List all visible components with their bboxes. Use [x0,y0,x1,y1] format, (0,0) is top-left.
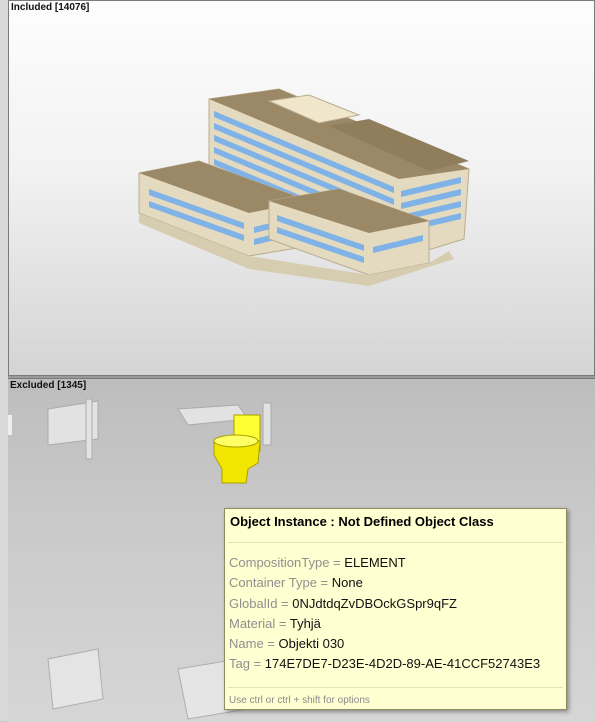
tooltip-divider [228,687,563,688]
property-key: Tag [229,656,250,672]
property-value: 0NJdtdqZvDBOckGSpr9qFZ [292,595,457,611]
tooltip-title: Object Instance : Not Defined Object Cla… [230,514,494,529]
property-value: ELEMENT [344,555,406,570]
property-key: CompositionType [229,555,330,570]
property-row: GlobalId = 0NJdtdqZvDBOckGSpr9qFZ [229,595,457,611]
included-viewport[interactable]: Included [14076] [8,0,595,376]
tooltip-properties: CompositionType = ELEMENT Container Type… [229,553,540,675]
property-value: 174E7DE7-D23E-4D2D-89-AE-41CCF52743E3 [264,656,541,672]
property-key: GlobalId [229,595,278,611]
property-row: Container Type = None [229,575,363,591]
building-model[interactable] [9,1,595,376]
property-key: Container Type [229,575,317,591]
object-instance-tooltip: Object Instance : Not Defined Object Cla… [224,508,567,710]
property-key: Name [229,636,264,652]
tooltip-divider [228,542,563,543]
property-row: Material = Tyhjä [229,615,321,631]
selected-object [213,414,261,484]
property-value: Objekti 030 [278,636,345,652]
property-row: Tag = 174E7DE7-D23E-4D2D-89-AE-41CCF5274… [229,656,541,672]
tooltip-hint: Use ctrl or ctrl + shift for options [229,695,370,706]
property-key: Material [229,615,276,631]
property-row: Name = Objekti 030 [229,636,345,652]
property-value: Tyhjä [289,615,321,631]
property-value: None [331,575,363,591]
property-row: CompositionType = ELEMENT [229,555,406,570]
